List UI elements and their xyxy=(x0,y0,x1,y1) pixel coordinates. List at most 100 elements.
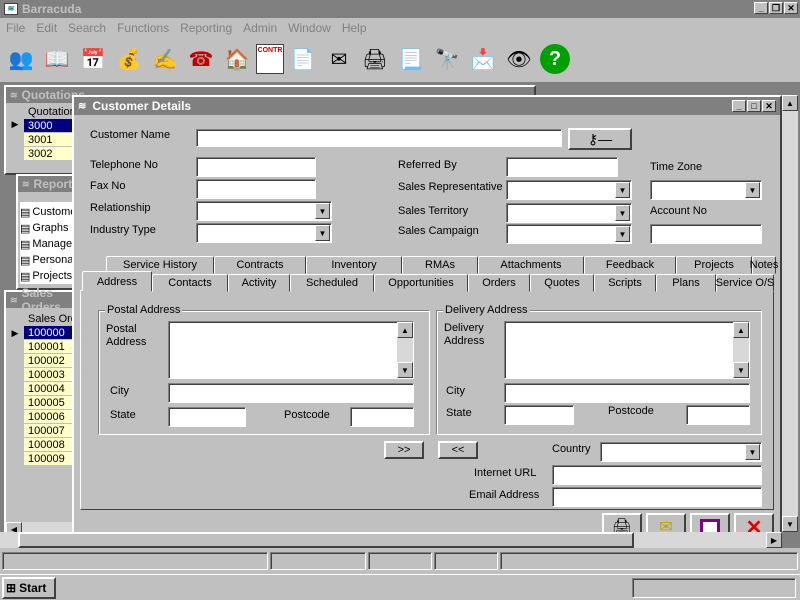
delivery-city-input[interactable] xyxy=(504,383,750,403)
help-icon[interactable]: ? xyxy=(538,42,572,76)
sales-campaign-select[interactable]: ▼ xyxy=(506,224,632,244)
start-button[interactable]: ⊞ Start xyxy=(2,577,56,599)
list-item[interactable]: Graphs xyxy=(32,222,68,234)
scroll-right-button[interactable]: ▶ xyxy=(766,532,782,548)
tab-service-o-s[interactable]: Service O/S xyxy=(716,274,774,292)
maximize-button[interactable]: □ xyxy=(747,100,761,112)
customer-name-input[interactable] xyxy=(196,129,562,147)
fax-input[interactable] xyxy=(196,179,316,199)
scroll-up-button[interactable]: ▲ xyxy=(782,95,798,111)
sales-representative-select[interactable]: ▼ xyxy=(506,180,632,200)
menu-functions[interactable]: Functions xyxy=(117,21,169,35)
money-bag-icon[interactable]: 💰 xyxy=(112,42,146,76)
book-icon[interactable]: 📖 xyxy=(40,42,74,76)
account-no-input[interactable] xyxy=(650,224,762,244)
tab-scheduled[interactable]: Scheduled xyxy=(290,274,374,292)
binoculars-icon[interactable]: 🔭 xyxy=(430,42,464,76)
minimize-button[interactable]: _ xyxy=(732,100,746,112)
list-item[interactable]: 100003 xyxy=(24,368,74,382)
list-item[interactable]: Projects xyxy=(32,270,72,282)
calendar-icon[interactable]: 📅 xyxy=(76,42,110,76)
list-item[interactable]: 3001 xyxy=(24,133,76,147)
menu-help[interactable]: Help xyxy=(342,21,367,35)
scroll-up-button[interactable]: ▲ xyxy=(397,322,413,338)
close-button[interactable]: ✕ xyxy=(784,2,798,14)
relationship-select[interactable]: ▼ xyxy=(196,201,332,221)
minimize-button[interactable]: _ xyxy=(754,2,768,14)
tab-projects[interactable]: Projects xyxy=(676,256,752,274)
document-icon[interactable]: 📃 xyxy=(394,42,428,76)
tab-address[interactable]: Address xyxy=(82,271,152,291)
list-item[interactable]: 3002 xyxy=(24,147,76,161)
list-item[interactable]: 100004 xyxy=(24,382,74,396)
time-zone-select[interactable]: ▼ xyxy=(650,180,762,200)
postal-state-input[interactable] xyxy=(168,407,246,427)
scroll-down-button[interactable]: ▼ xyxy=(733,362,749,378)
list-item[interactable]: 100005 xyxy=(24,396,74,410)
tab-activity[interactable]: Activity xyxy=(228,274,290,292)
chevron-down-icon[interactable]: ▼ xyxy=(315,225,330,241)
printer-icon[interactable]: 🖨 xyxy=(358,42,392,76)
restore-button[interactable]: ❐ xyxy=(769,2,783,14)
mdi-vertical-scrollbar[interactable]: ▲ ▼ xyxy=(782,95,798,532)
email-address-input[interactable] xyxy=(552,487,762,507)
scroll-thumb[interactable] xyxy=(18,532,634,548)
chevron-down-icon[interactable]: ▼ xyxy=(615,226,630,242)
postal-postcode-input[interactable] xyxy=(350,407,414,427)
tab-contacts[interactable]: Contacts xyxy=(152,274,228,292)
list-item[interactable]: Personal xyxy=(32,254,72,266)
tab-contracts[interactable]: Contracts xyxy=(214,256,306,274)
menu-search[interactable]: Search xyxy=(68,21,106,35)
mail-icon[interactable]: 📩 xyxy=(466,42,500,76)
referred-by-input[interactable] xyxy=(506,157,618,177)
scroll-down-button[interactable]: ▼ xyxy=(397,362,413,378)
scroll-up-button[interactable]: ▲ xyxy=(733,322,749,338)
list-item[interactable]: 100009 xyxy=(24,452,74,466)
write-pen-icon[interactable]: ✍ xyxy=(148,42,182,76)
tab-inventory[interactable]: Inventory xyxy=(306,256,402,274)
search-customer-button[interactable]: ⚷— xyxy=(568,128,632,150)
list-item[interactable]: 100007 xyxy=(24,424,74,438)
tab-scripts[interactable]: Scripts xyxy=(594,274,656,292)
list-item[interactable]: 3000 xyxy=(24,119,76,133)
postal-city-input[interactable] xyxy=(168,383,414,403)
contract-icon[interactable]: CONTR xyxy=(256,44,284,74)
house-car-icon[interactable]: 🏠 xyxy=(220,42,254,76)
tab-orders[interactable]: Orders xyxy=(468,274,530,292)
delivery-address-textarea[interactable]: ▲ ▼ xyxy=(504,321,750,379)
delivery-state-input[interactable] xyxy=(504,405,574,425)
menu-reporting[interactable]: Reporting xyxy=(180,21,232,35)
tab-opportunities[interactable]: Opportunities xyxy=(374,274,468,292)
chevron-down-icon[interactable]: ▼ xyxy=(615,205,630,221)
tab-feedback[interactable]: Feedback xyxy=(584,256,676,274)
delivery-postcode-input[interactable] xyxy=(686,405,750,425)
eye-icon[interactable]: 👁 xyxy=(502,42,536,76)
list-item[interactable]: 100002 xyxy=(24,354,74,368)
people-icon[interactable]: 👥 xyxy=(4,42,38,76)
chevron-down-icon[interactable]: ▼ xyxy=(615,182,630,198)
postal-address-textarea[interactable]: ▲ ▼ xyxy=(168,321,414,379)
tab-notes[interactable]: Notes xyxy=(750,256,778,274)
list-item[interactable]: Management xyxy=(32,238,72,250)
tab-rmas[interactable]: RMAs xyxy=(402,256,478,274)
industry-type-select[interactable]: ▼ xyxy=(196,223,332,243)
chevron-down-icon[interactable]: ▼ xyxy=(745,444,760,460)
menu-edit[interactable]: Edit xyxy=(36,21,57,35)
list-item[interactable]: 100006 xyxy=(24,410,74,424)
tab-quotes[interactable]: Quotes xyxy=(530,274,594,292)
tab-attachments[interactable]: Attachments xyxy=(478,256,584,274)
list-item[interactable]: 100008 xyxy=(24,438,74,452)
country-select[interactable]: ▼ xyxy=(600,442,762,462)
envelope-open-icon[interactable]: ✉ xyxy=(322,42,356,76)
scroll-down-button[interactable]: ▼ xyxy=(782,516,798,532)
copy-to-postal-button[interactable]: << xyxy=(438,441,478,459)
menu-admin[interactable]: Admin xyxy=(243,21,277,35)
copy-to-delivery-button[interactable]: >> xyxy=(384,441,424,459)
list-item[interactable]: 100000 xyxy=(24,326,74,340)
internet-url-input[interactable] xyxy=(552,465,762,485)
tab-plans[interactable]: Plans xyxy=(656,274,716,292)
list-item[interactable]: Customer xyxy=(32,206,72,218)
letter-icon[interactable]: 📄 xyxy=(286,42,320,76)
chevron-down-icon[interactable]: ▼ xyxy=(745,182,760,198)
menu-window[interactable]: Window xyxy=(288,21,331,35)
